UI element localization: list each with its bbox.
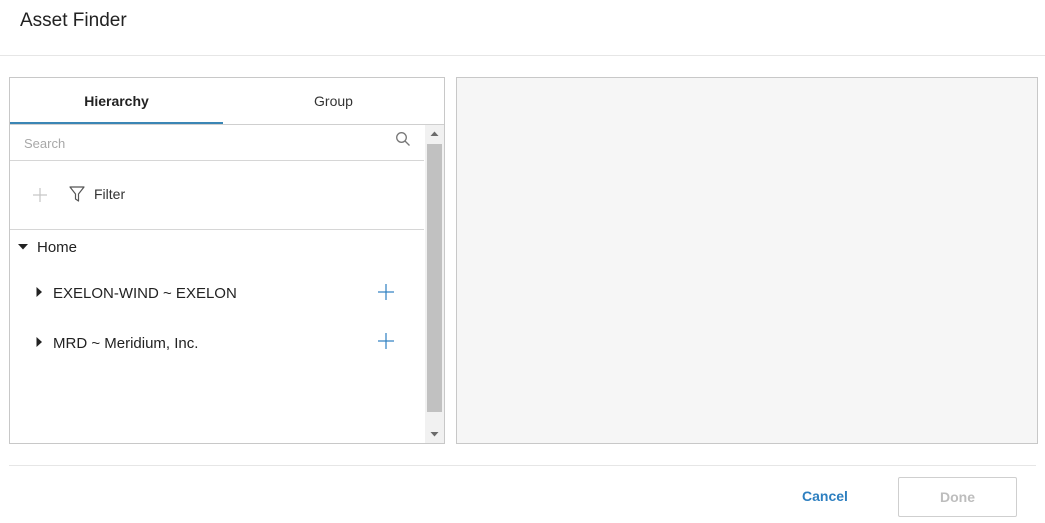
vertical-scrollbar[interactable] — [425, 125, 444, 443]
tab-group[interactable]: Group — [223, 78, 444, 124]
caret-right-icon[interactable] — [33, 336, 45, 348]
tab-bar: Hierarchy Group — [10, 78, 444, 125]
tab-hierarchy[interactable]: Hierarchy — [10, 78, 223, 124]
tree-node-mrd[interactable]: MRD ~ Meridium, Inc. — [10, 331, 424, 361]
hierarchy-tree: Home EXELON-WIND ~ EXELON MRD ~ Meridium… — [10, 230, 424, 440]
caret-right-icon[interactable] — [33, 286, 45, 298]
search-input[interactable] — [22, 131, 386, 155]
scrollbar-thumb[interactable] — [427, 144, 442, 412]
tree-toolbar: Filter — [10, 160, 424, 230]
search-icon[interactable] — [395, 131, 411, 147]
active-tab-indicator — [10, 122, 223, 124]
scroll-down-arrow-icon[interactable] — [425, 425, 444, 443]
scroll-up-arrow-icon[interactable] — [425, 125, 444, 143]
tree-node-home[interactable]: Home — [10, 235, 424, 265]
add-child-icon[interactable] — [377, 332, 395, 350]
tree-node-label: Home — [37, 239, 78, 256]
tree-node-label: MRD ~ Meridium, Inc. — [53, 335, 199, 352]
tree-node-exelon-wind[interactable]: EXELON-WIND ~ EXELON — [10, 281, 424, 311]
dialog-title: Asset Finder — [20, 10, 127, 31]
done-button[interactable]: Done — [898, 477, 1017, 517]
add-child-icon[interactable] — [377, 283, 395, 301]
hierarchy-content: Filter Home EXELON-WIND ~ EXELON — [10, 125, 424, 443]
cancel-button[interactable]: Cancel — [786, 478, 864, 514]
funnel-icon — [69, 186, 85, 202]
tree-node-label: EXELON-WIND ~ EXELON — [53, 285, 237, 302]
filter-label: Filter — [94, 186, 126, 202]
plus-icon[interactable] — [32, 187, 48, 203]
footer-divider — [9, 465, 1036, 466]
caret-down-icon[interactable] — [17, 241, 29, 253]
filter-button[interactable]: Filter — [68, 182, 125, 206]
search-bar — [10, 125, 424, 161]
asset-preview-panel — [456, 77, 1038, 444]
asset-browser-panel: Hierarchy Group Filter — [9, 77, 445, 444]
header-divider — [0, 55, 1045, 56]
